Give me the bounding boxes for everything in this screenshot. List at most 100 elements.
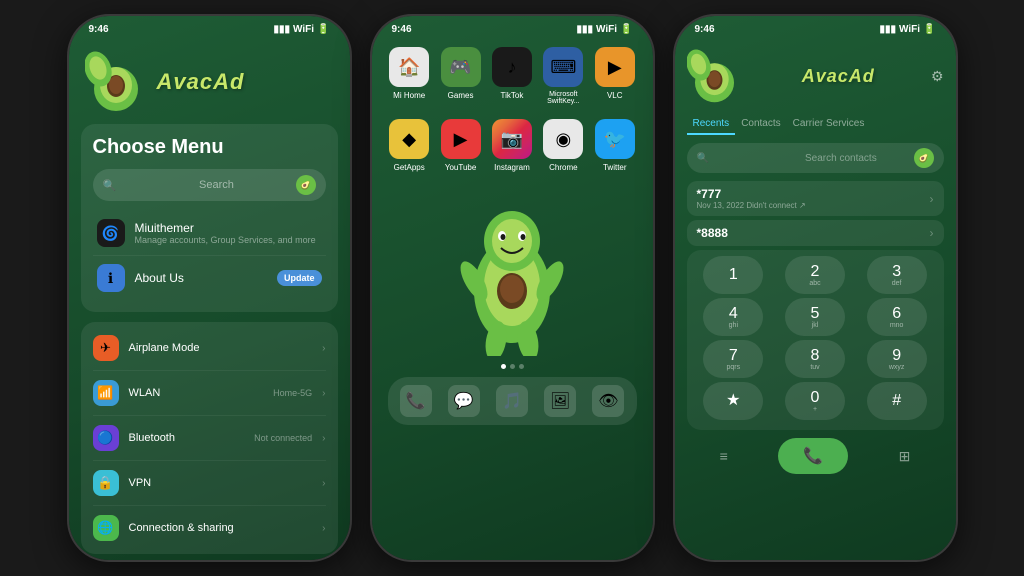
search-icon: 🔍 bbox=[103, 179, 194, 192]
miuithemer-text: Miuithemer Manage accounts, Group Servic… bbox=[135, 221, 322, 245]
about-us-title: About Us bbox=[135, 271, 267, 285]
recent-number-777: *777 bbox=[697, 187, 806, 201]
avocado-mascot bbox=[372, 186, 653, 356]
search-bar[interactable]: 🔍 Search 🥑 bbox=[93, 169, 326, 201]
dock-music[interactable]: 🎵 bbox=[496, 385, 528, 417]
dock-messages[interactable]: 💬 bbox=[448, 385, 480, 417]
app-twitter[interactable]: 🐦 Twitter bbox=[592, 119, 638, 172]
bluetooth-icon: 🔵 bbox=[93, 425, 119, 451]
tab-contacts[interactable]: Contacts bbox=[735, 114, 786, 135]
key-2[interactable]: 2abc bbox=[785, 256, 845, 294]
connection-item[interactable]: 🌐 Connection & sharing › bbox=[93, 506, 326, 550]
dock-security[interactable]: 👁 bbox=[592, 385, 624, 417]
key-9[interactable]: 9wxyz bbox=[867, 340, 927, 378]
app-getapps[interactable]: ◆ GetApps bbox=[386, 119, 432, 172]
tab-carrier[interactable]: Carrier Services bbox=[787, 114, 871, 135]
key-4[interactable]: 4ghi bbox=[703, 298, 763, 336]
app-row-2: ◆ GetApps ▶ YouTube 📷 Instagram ◉ Chrome… bbox=[384, 119, 641, 172]
vpn-item[interactable]: 🔒 VPN › bbox=[93, 461, 326, 506]
call-button[interactable]: 📞 bbox=[778, 438, 848, 474]
avocado-header-1: AvacAd bbox=[69, 39, 350, 124]
bluetooth-value: Not connected bbox=[254, 433, 312, 443]
tab-recents[interactable]: Recents bbox=[687, 114, 736, 135]
avocado-header-3: AvacAd ⚙ bbox=[675, 39, 956, 114]
youtube-label: YouTube bbox=[445, 163, 476, 172]
mihome-icon: 🏠 bbox=[389, 47, 429, 87]
about-us-text: About Us bbox=[135, 271, 267, 285]
update-button[interactable]: Update bbox=[277, 270, 322, 286]
app-youtube[interactable]: ▶ YouTube bbox=[438, 119, 484, 172]
key-3[interactable]: 3def bbox=[867, 256, 927, 294]
youtube-icon: ▶ bbox=[441, 119, 481, 159]
phone-3: 9:46 ▮▮▮ WiFi 🔋 AvacAd bbox=[673, 14, 958, 562]
search-contacts-bar[interactable]: 🔍 Search contacts 🥑 bbox=[687, 143, 944, 173]
vlc-icon: ▶ bbox=[595, 47, 635, 87]
choose-menu-title: Choose Menu bbox=[93, 136, 326, 159]
wlan-item[interactable]: 📶 WLAN Home-5G › bbox=[93, 371, 326, 416]
chrome-label: Chrome bbox=[549, 163, 577, 172]
key-8[interactable]: 8tuv bbox=[785, 340, 845, 378]
dot-2 bbox=[510, 364, 515, 369]
getapps-label: GetApps bbox=[394, 163, 425, 172]
recent-777[interactable]: *777 Nov 13, 2022 Didn't connect ↗ › bbox=[687, 181, 944, 216]
key-5[interactable]: 5jkl bbox=[785, 298, 845, 336]
connection-title: Connection & sharing bbox=[129, 522, 313, 534]
app-tiktok[interactable]: ♪ TikTok bbox=[489, 47, 535, 105]
getapps-icon: ◆ bbox=[389, 119, 429, 159]
search-avocado-badge: 🥑 bbox=[914, 148, 934, 168]
key-hash[interactable]: # bbox=[867, 382, 927, 420]
connection-chevron: › bbox=[322, 523, 325, 534]
app-swiftkey[interactable]: ⌨ Microsoft SwiftKey... bbox=[540, 47, 586, 105]
bluetooth-title: Bluetooth bbox=[129, 432, 245, 444]
airplane-icon: ✈ bbox=[93, 335, 119, 361]
app-instagram[interactable]: 📷 Instagram bbox=[489, 119, 535, 172]
bluetooth-chevron: › bbox=[322, 433, 325, 444]
phone-1: 9:46 ▮▮▮ WiFi 🔋 AvacAd bbox=[67, 14, 352, 562]
dock-gallery[interactable]: 🖼 bbox=[544, 385, 576, 417]
about-us-icon: ℹ bbox=[97, 264, 125, 292]
search-contacts-placeholder: Search contacts bbox=[805, 153, 908, 164]
key-1[interactable]: 1 bbox=[703, 256, 763, 294]
dot-3 bbox=[519, 364, 524, 369]
recent-date-777: Nov 13, 2022 Didn't connect ↗ bbox=[697, 201, 806, 210]
recent-8888[interactable]: *8888 › bbox=[687, 220, 944, 246]
airplane-mode-item[interactable]: ✈ Airplane Mode › bbox=[93, 326, 326, 371]
recent-chevron-777: › bbox=[930, 192, 934, 206]
app-vlc[interactable]: ▶ VLC bbox=[592, 47, 638, 105]
search-contacts-icon: 🔍 bbox=[697, 153, 800, 164]
vlc-label: VLC bbox=[607, 91, 623, 100]
avocado-logo-3 bbox=[687, 49, 742, 104]
gear-icon-3[interactable]: ⚙ bbox=[931, 68, 944, 85]
recent-number-8888: *8888 bbox=[697, 226, 728, 240]
key-0[interactable]: 0+ bbox=[785, 382, 845, 420]
instagram-icon: 📷 bbox=[492, 119, 532, 159]
miuithemer-subtitle: Manage accounts, Group Services, and mor… bbox=[135, 235, 322, 245]
airplane-chevron: › bbox=[322, 343, 325, 354]
app-mihome[interactable]: 🏠 Mi Home bbox=[386, 47, 432, 105]
status-icons-1: ▮▮▮ WiFi 🔋 bbox=[274, 24, 330, 35]
keypad: 1 2abc 3def 4ghi 5jkl 6mno 7pqrs 8tuv 9w… bbox=[687, 250, 944, 430]
wlan-title: WLAN bbox=[129, 387, 264, 399]
wlan-icon: 📶 bbox=[93, 380, 119, 406]
brand-title-1: AvacAd bbox=[157, 69, 245, 95]
twitter-label: Twitter bbox=[603, 163, 627, 172]
dock-phone[interactable]: 📞 bbox=[400, 385, 432, 417]
status-icons-2: ▮▮▮ WiFi 🔋 bbox=[577, 24, 633, 35]
avocado-logo-1 bbox=[85, 51, 147, 113]
swiftkey-icon: ⌨ bbox=[543, 47, 583, 87]
menu-section: Choose Menu 🔍 Search 🥑 🌀 Miuithemer Mana… bbox=[81, 124, 338, 312]
dialpad-icon[interactable]: ⊞ bbox=[899, 448, 911, 465]
menu-icon-dialer[interactable]: ≡ bbox=[720, 448, 728, 464]
status-icons-3: ▮▮▮ WiFi 🔋 bbox=[880, 24, 936, 35]
key-6[interactable]: 6mno bbox=[867, 298, 927, 336]
bluetooth-item[interactable]: 🔵 Bluetooth Not connected › bbox=[93, 416, 326, 461]
dot-1 bbox=[501, 364, 506, 369]
vpn-title: VPN bbox=[129, 477, 313, 489]
key-7[interactable]: 7pqrs bbox=[703, 340, 763, 378]
about-us-item[interactable]: ℹ About Us Update bbox=[93, 256, 326, 300]
miuithemer-item[interactable]: 🌀 Miuithemer Manage accounts, Group Serv… bbox=[93, 211, 326, 256]
key-star[interactable]: ★ bbox=[703, 382, 763, 420]
app-chrome[interactable]: ◉ Chrome bbox=[540, 119, 586, 172]
app-games[interactable]: 🎮 Games bbox=[438, 47, 484, 105]
phone-2: 9:46 ▮▮▮ WiFi 🔋 🏠 Mi Home 🎮 Games ♪ bbox=[370, 14, 655, 562]
